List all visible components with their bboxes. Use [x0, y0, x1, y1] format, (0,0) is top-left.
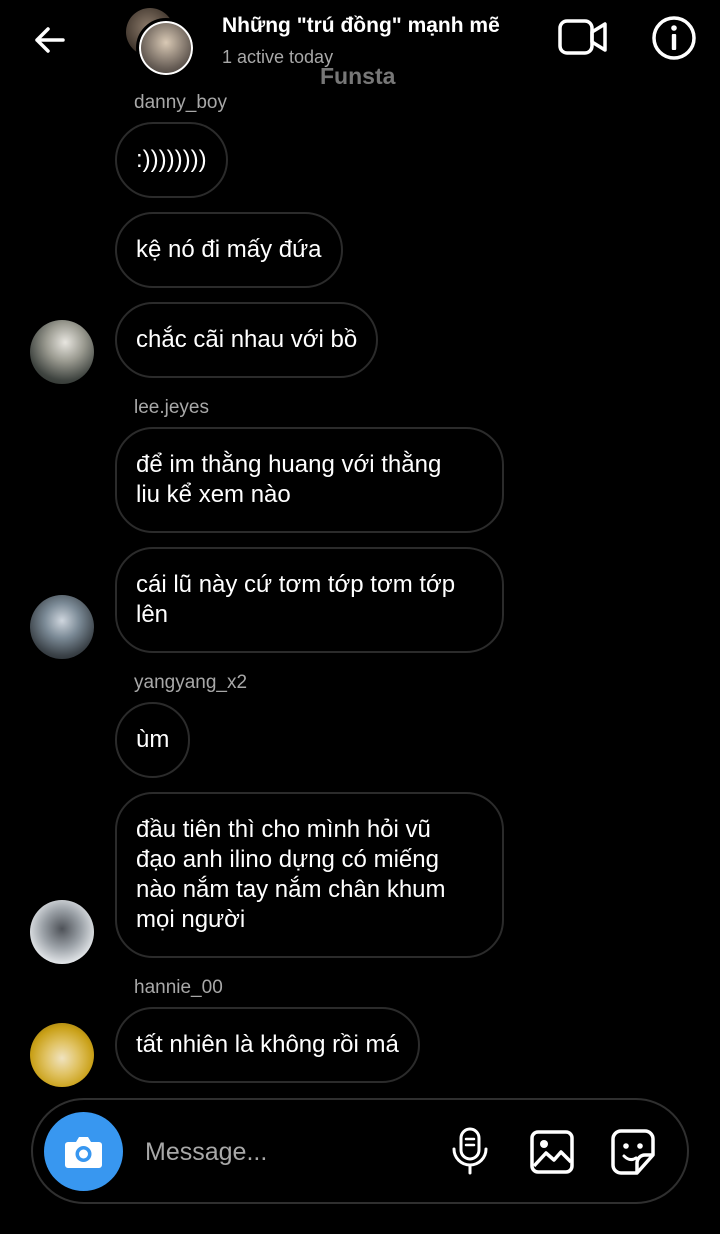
message-bubble[interactable]: ùm [115, 702, 191, 778]
message-bubble[interactable]: để im thằng huang với thằng liu kể xem n… [115, 427, 504, 533]
camera-button[interactable] [44, 1112, 123, 1191]
message-bubble[interactable]: tất nhiên là không rồi má [115, 1007, 420, 1083]
back-arrow-icon [35, 27, 65, 53]
chat-header: Những "trú đồng" mạnh mẽ 1 active today … [0, 0, 720, 89]
sender-avatar[interactable] [30, 1023, 94, 1087]
sticker-icon [611, 1129, 655, 1175]
video-call-icon [558, 19, 607, 55]
message-bubble[interactable]: đầu tiên thì cho mình hỏi vũ đạo anh ili… [115, 792, 504, 958]
sender-name: hannie_00 [134, 977, 223, 998]
message-bubble[interactable]: chắc cãi nhau với bồ [115, 302, 379, 378]
sticker-button[interactable] [609, 1127, 659, 1177]
message-bubble[interactable]: kệ nó đi mấy đứa [115, 212, 343, 288]
group-avatar[interactable] [126, 8, 196, 78]
sender-name: danny_boy [134, 92, 227, 113]
gallery-icon [530, 1130, 574, 1174]
info-button[interactable] [650, 14, 698, 62]
sender-avatar[interactable] [30, 595, 94, 659]
watermark: Funsta [320, 63, 396, 89]
sender-avatar[interactable] [30, 320, 94, 384]
chat-title[interactable]: Những "trú đồng" mạnh mẽ [222, 14, 500, 38]
back-button[interactable] [30, 20, 70, 60]
message-input[interactable] [145, 1130, 435, 1174]
voice-message-button[interactable] [448, 1126, 492, 1176]
microphone-icon [452, 1127, 488, 1175]
sender-name: yangyang_x2 [134, 672, 248, 693]
active-status: 1 active today [222, 47, 334, 67]
video-call-button[interactable] [557, 15, 609, 59]
camera-icon [65, 1137, 102, 1168]
avatar-front [136, 18, 196, 78]
message-bubble[interactable]: :)))))))) [115, 122, 228, 198]
sender-name: lee.jeyes [134, 397, 209, 418]
gallery-button[interactable] [528, 1128, 576, 1176]
message-bubble[interactable]: cái lũ này cứ tơm tớp tơm tớp lên [115, 547, 504, 653]
info-icon [652, 16, 696, 60]
sender-avatar[interactable] [30, 900, 94, 964]
